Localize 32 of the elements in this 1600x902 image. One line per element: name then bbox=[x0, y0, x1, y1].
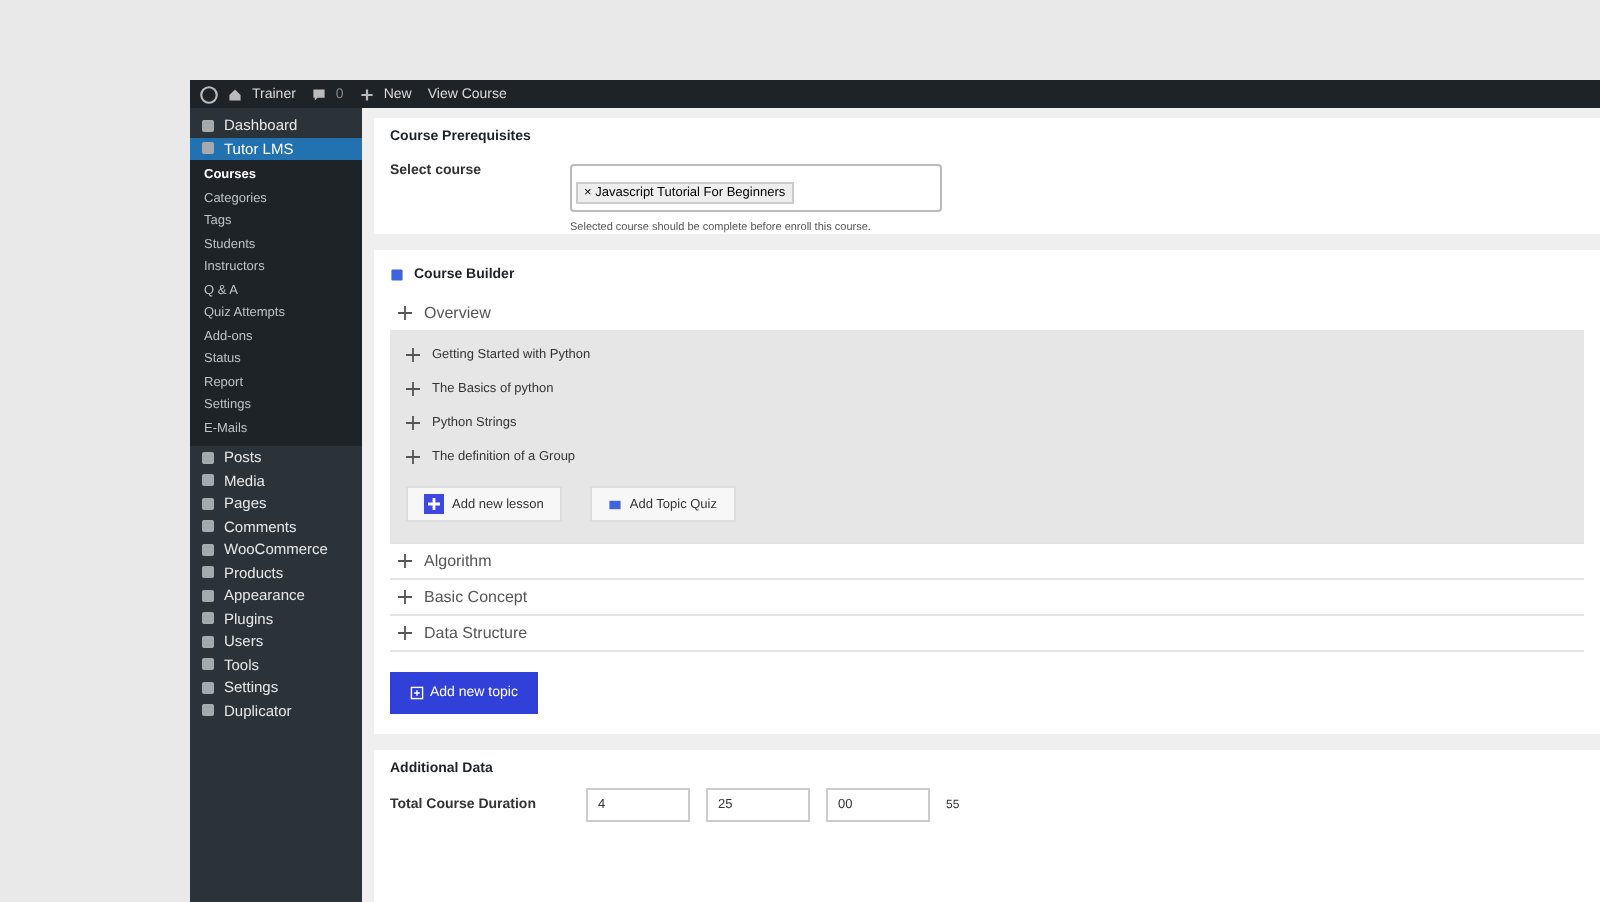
house-icon bbox=[228, 87, 242, 101]
plus-icon bbox=[424, 494, 444, 514]
topic-title[interactable]: Overview bbox=[424, 304, 491, 322]
move-icon[interactable] bbox=[398, 590, 412, 604]
square-icon bbox=[202, 520, 214, 533]
topic-title[interactable]: Algorithm bbox=[424, 552, 492, 570]
move-icon[interactable] bbox=[406, 348, 420, 362]
topic-title[interactable]: Data Structure bbox=[424, 624, 528, 642]
topic-title[interactable]: Basic Concept bbox=[424, 588, 528, 606]
square-icon bbox=[202, 474, 214, 487]
square-icon bbox=[202, 635, 214, 648]
square-icon bbox=[202, 681, 214, 694]
move-icon[interactable] bbox=[398, 626, 412, 640]
square-icon bbox=[202, 566, 214, 579]
square-icon bbox=[202, 451, 214, 464]
circle-logo-icon[interactable] bbox=[200, 85, 218, 103]
speech-bubble-icon bbox=[311, 87, 326, 101]
move-icon[interactable] bbox=[406, 450, 420, 464]
square-icon bbox=[202, 612, 214, 625]
move-icon[interactable] bbox=[406, 416, 420, 430]
square-icon bbox=[202, 589, 214, 602]
square-icon bbox=[202, 704, 214, 717]
plus-icon bbox=[359, 87, 374, 101]
square-icon bbox=[202, 658, 214, 671]
square-icon bbox=[202, 497, 214, 510]
move-icon[interactable] bbox=[406, 382, 420, 396]
plus-square-icon bbox=[410, 686, 424, 700]
square-icon bbox=[202, 543, 214, 556]
move-icon[interactable] bbox=[398, 306, 412, 320]
square-icon bbox=[202, 119, 214, 132]
move-icon[interactable] bbox=[398, 554, 412, 568]
square-icon bbox=[202, 142, 214, 155]
